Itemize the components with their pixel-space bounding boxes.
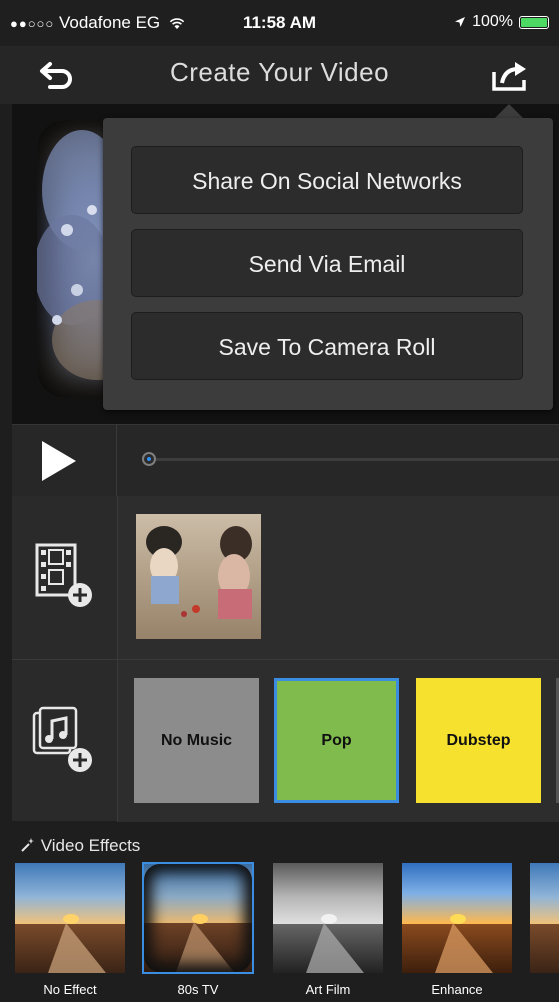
effect-thumbnail xyxy=(142,862,254,974)
magic-wand-icon xyxy=(21,838,34,852)
add-music-row xyxy=(12,660,117,821)
effect-80s-tv[interactable]: 80s TV xyxy=(142,862,254,997)
navigation-bar: Create Your Video xyxy=(0,46,559,104)
clip-photo-art xyxy=(146,526,252,619)
effects-header-label: Video Effects xyxy=(20,836,140,856)
music-option-label: No Music xyxy=(160,731,233,749)
share-social-button[interactable]: Share On Social Networks xyxy=(131,146,523,214)
clips-strip xyxy=(117,496,559,659)
clip-thumbnail[interactable] xyxy=(136,514,261,639)
effect-no-effect[interactable]: No Effect xyxy=(14,862,126,997)
status-right: 100% xyxy=(454,13,549,31)
effect-label: Art Film xyxy=(305,982,351,997)
music-option-pop[interactable]: Pop xyxy=(274,678,399,803)
battery-fill xyxy=(521,17,547,27)
music-option-label: Pop xyxy=(321,731,352,749)
send-email-button[interactable]: Send Via Email xyxy=(131,229,523,297)
effect-label: 80s TV xyxy=(177,982,219,997)
divider xyxy=(116,425,117,497)
effect-thumbnail xyxy=(272,862,384,974)
battery-percent: 100% xyxy=(472,13,513,30)
scrubber-handle[interactable] xyxy=(142,452,156,466)
save-camera-roll-button[interactable]: Save To Camera Roll xyxy=(131,312,523,380)
effect-label: Enhance xyxy=(431,982,483,997)
effects-strip: No Effect 80s TV Art Film Enhance xyxy=(12,862,559,1002)
music-option-label: Dubstep xyxy=(446,731,511,749)
share-popover: Share On Social Networks Send Via Email … xyxy=(103,118,553,410)
effects-title: Video Effects xyxy=(40,836,141,855)
location-arrow-icon xyxy=(455,17,466,27)
popover-arrow xyxy=(495,104,523,118)
page-title: Create Your Video xyxy=(169,57,390,87)
sidebar xyxy=(12,496,117,821)
effect-partial[interactable] xyxy=(529,862,559,974)
timeline-scrubber[interactable] xyxy=(150,458,559,461)
effect-label: No Effect xyxy=(43,982,97,997)
add-film-icon[interactable] xyxy=(32,540,102,610)
add-music-icon[interactable] xyxy=(32,705,102,775)
share-icon[interactable] xyxy=(488,56,532,96)
battery-icon xyxy=(519,15,549,29)
effect-art-film[interactable]: Art Film xyxy=(272,862,384,997)
music-option-no-music[interactable]: No Music xyxy=(134,678,259,803)
effect-thumbnail xyxy=(529,862,559,974)
music-option-dubstep[interactable]: Dubstep xyxy=(416,678,541,803)
effect-thumbnail xyxy=(401,862,513,974)
effect-enhance[interactable]: Enhance xyxy=(401,862,513,997)
app-screen: ●●○○○ Vodafone EG 11:58 AM 100% Create Y… xyxy=(0,0,559,1002)
music-strip: No Music Pop Dubstep xyxy=(117,659,559,822)
playback-controls xyxy=(12,424,559,497)
play-icon[interactable] xyxy=(42,441,76,481)
effects-header: Video Effects xyxy=(12,828,559,862)
status-bar: ●●○○○ Vodafone EG 11:58 AM 100% xyxy=(0,0,559,46)
effect-thumbnail xyxy=(14,862,126,974)
add-clip-row xyxy=(12,496,117,660)
